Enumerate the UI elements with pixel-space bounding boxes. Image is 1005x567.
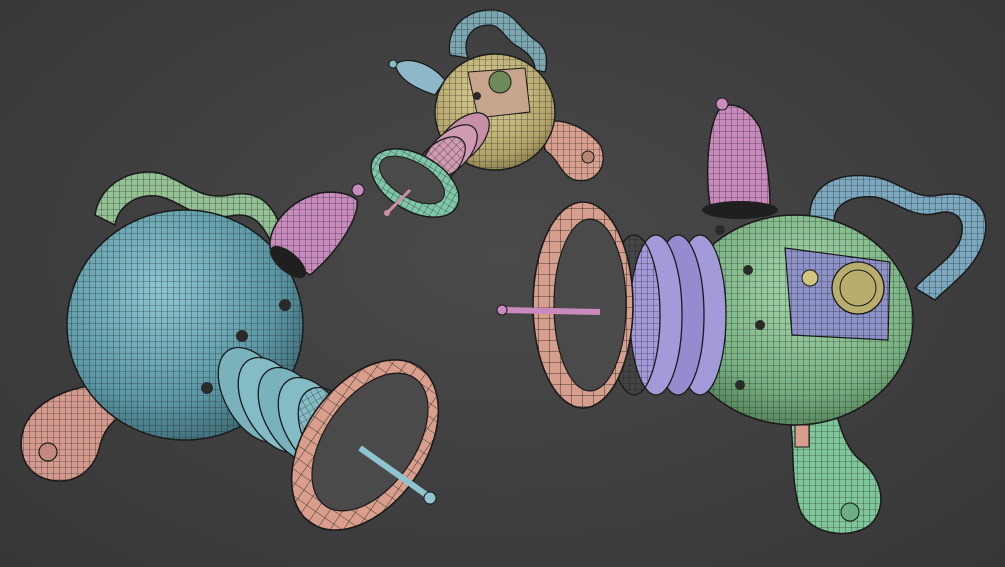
- bolt-icon: [201, 382, 213, 394]
- grip: [789, 409, 882, 535]
- raygun-yellow-top[interactable]: [359, 9, 604, 231]
- bolt-icon: [236, 330, 248, 342]
- muzzle-bell: [496, 201, 634, 409]
- gauge-icon: [488, 70, 512, 94]
- gauge-icon: [801, 269, 819, 287]
- render-canvas: [20, 9, 987, 557]
- 3d-viewport[interactable]: [0, 0, 1005, 567]
- top-nozzle: [388, 59, 446, 96]
- raygun-blue-left[interactable]: [20, 171, 468, 557]
- top-nozzle: [702, 97, 778, 219]
- bolt-icon: [279, 299, 291, 311]
